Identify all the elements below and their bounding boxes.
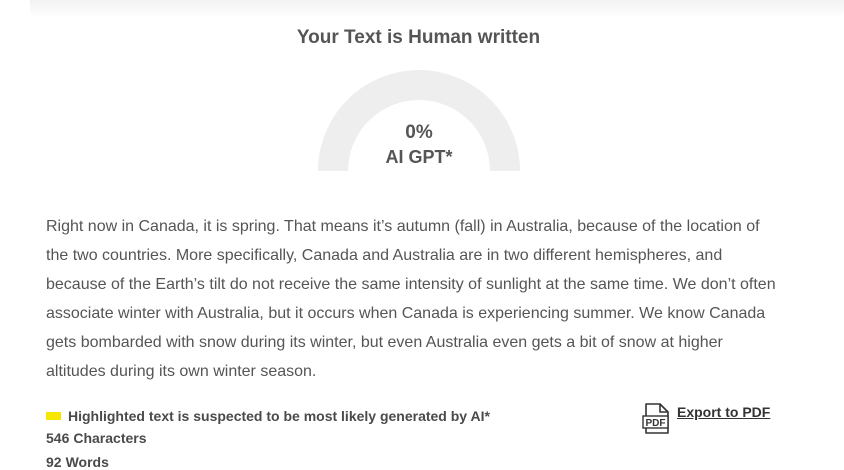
result-title: Your Text is Human written <box>296 27 541 48</box>
highlight-legend: Highlighted text is suspected to be most… <box>46 406 490 426</box>
header-shadow <box>30 0 844 18</box>
ai-score-gauge: 0% AI GPT* <box>318 70 520 272</box>
words-label: Words <box>65 454 109 470</box>
characters-stat: 546 Characters <box>46 426 490 450</box>
characters-count: 546 <box>46 430 70 446</box>
pdf-file-icon: PDF <box>642 403 669 434</box>
pdf-icon-text: PDF <box>646 418 666 429</box>
analyzed-text: Right now in Canada, it is spring. That … <box>46 218 776 380</box>
export-pdf-button[interactable]: PDF Export to PDF <box>642 403 770 434</box>
export-pdf-label[interactable]: Export to PDF <box>677 404 770 420</box>
highlight-swatch <box>46 412 61 420</box>
characters-label: Characters <box>73 430 147 446</box>
words-count: 92 <box>46 454 62 470</box>
result-legend: Highlighted text is suspected to be most… <box>46 406 490 470</box>
gauge-label: AI GPT* <box>385 147 453 167</box>
highlight-note: Highlighted text is suspected to be most… <box>68 408 490 424</box>
words-stat: 92 Words <box>46 450 490 470</box>
ai-detector-result-page: Your Text is Human written 0% AI GPT* Ri… <box>0 0 844 470</box>
gauge-percent: 0% <box>405 122 433 143</box>
